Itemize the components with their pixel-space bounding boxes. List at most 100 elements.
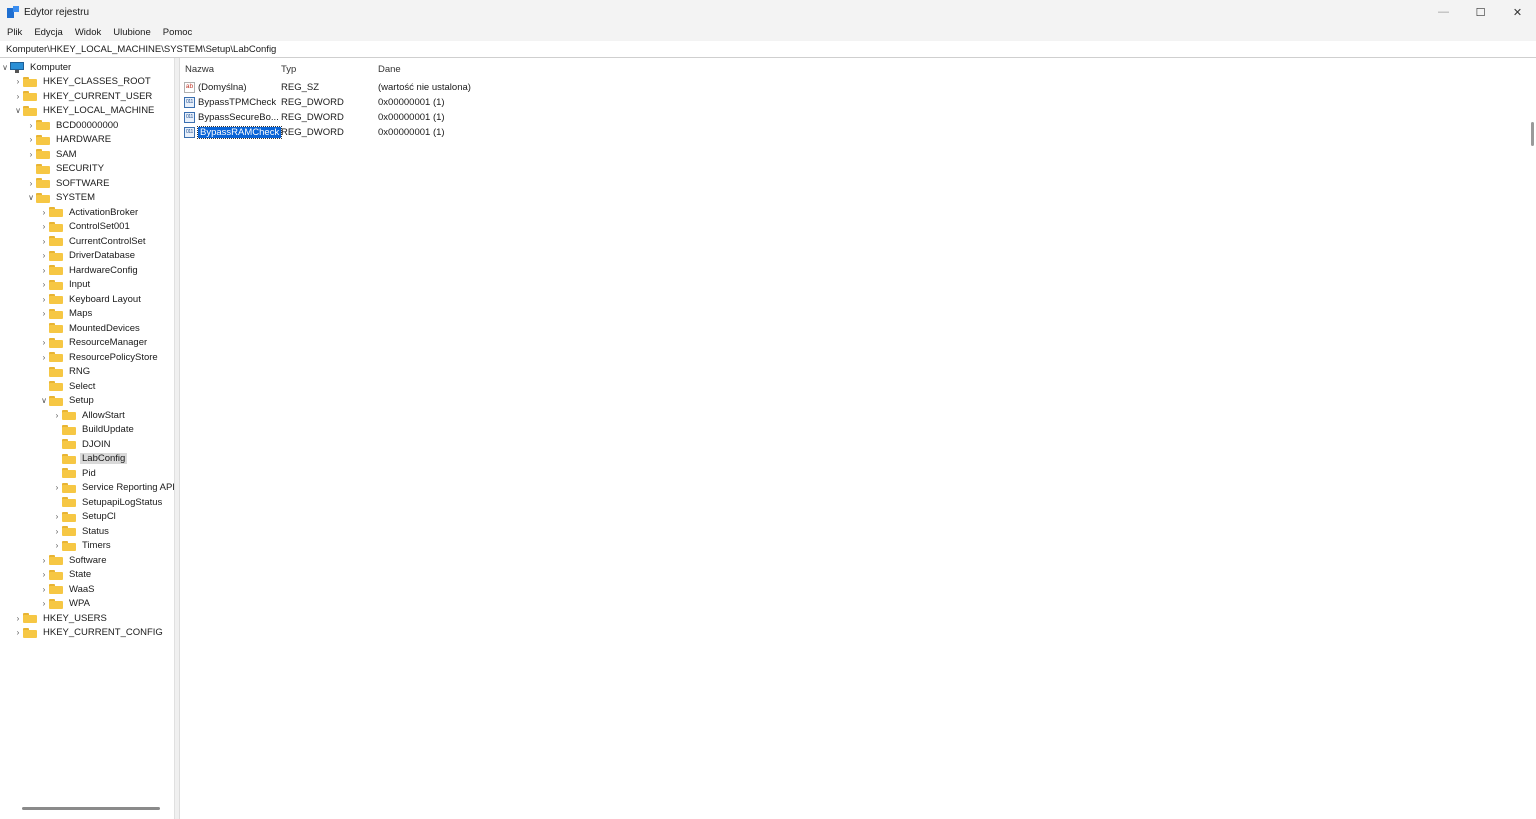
tree-item[interactable]: › Timers	[52, 539, 113, 553]
tree-item[interactable]: MountedDevices	[39, 321, 142, 335]
tree-item[interactable]: › Software	[39, 553, 109, 567]
close-button[interactable]: ✕	[1499, 0, 1536, 24]
chevron-right-icon[interactable]: ›	[13, 626, 23, 640]
tree-item[interactable]: › SetupCl	[52, 510, 118, 524]
tree-item[interactable]: › SAM	[26, 147, 79, 161]
tree-item-label: Software	[69, 554, 107, 566]
value-row[interactable]: 011 BypassSecureBo... REG_DWORD 0x00000001 …	[184, 110, 1484, 124]
chevron-right-icon[interactable]: ›	[52, 481, 62, 495]
tree-item[interactable]: › Service Reporting API	[52, 481, 174, 495]
chevron-down-icon[interactable]: ∨	[0, 60, 10, 74]
tree-item[interactable]: Select	[39, 379, 97, 393]
menu-pomoc[interactable]: Pomoc	[158, 27, 198, 38]
minimize-button[interactable]: —	[1425, 0, 1462, 24]
tree-item[interactable]: ∨ HKEY_LOCAL_MACHINE	[13, 104, 156, 118]
chevron-right-icon[interactable]: ›	[13, 89, 23, 103]
tree-item[interactable]: › SOFTWARE	[26, 176, 111, 190]
tree-item[interactable]: › Keyboard Layout	[39, 292, 143, 306]
tree-item[interactable]: › ControlSet001	[39, 220, 132, 234]
tree-item[interactable]: › ResourceManager	[39, 336, 149, 350]
column-header-type[interactable]: Typ	[281, 64, 296, 75]
tree-item[interactable]: › DriverDatabase	[39, 249, 137, 263]
chevron-right-icon[interactable]: ›	[26, 147, 36, 161]
tree-item[interactable]: › AllowStart	[52, 408, 127, 422]
tree-item[interactable]: › HKEY_CURRENT_USER	[13, 89, 154, 103]
tree-item-label: HKEY_CURRENT_CONFIG	[43, 627, 163, 638]
tree-item[interactable]: › ResourcePolicyStore	[39, 350, 160, 364]
tree-item-label: Keyboard Layout	[69, 293, 141, 305]
chevron-right-icon[interactable]: ›	[39, 350, 49, 364]
values-vertical-scrollbar[interactable]	[1531, 122, 1534, 146]
tree-item[interactable]: › State	[39, 568, 93, 582]
chevron-right-icon[interactable]: ›	[39, 263, 49, 277]
chevron-right-icon[interactable]: ›	[39, 336, 49, 350]
chevron-down-icon[interactable]: ∨	[39, 394, 49, 408]
tree-item[interactable]: › WPA	[39, 597, 92, 611]
tree-item[interactable]: › Status	[52, 524, 111, 538]
folder-icon	[62, 497, 76, 507]
tree-item[interactable]: DJOIN	[52, 437, 113, 451]
tree-item[interactable]: › HKEY_USERS	[13, 611, 109, 625]
maximize-button[interactable]: ☐	[1462, 0, 1499, 24]
chevron-right-icon[interactable]: ›	[39, 292, 49, 306]
tree-item[interactable]: › ActivationBroker	[39, 205, 140, 219]
tree-item[interactable]: ∨ SYSTEM	[26, 191, 97, 205]
menu-ulubione[interactable]: Ulubione	[108, 27, 156, 38]
chevron-right-icon[interactable]: ›	[52, 408, 62, 422]
menu-plik[interactable]: Plik	[2, 27, 27, 38]
chevron-right-icon[interactable]: ›	[26, 133, 36, 147]
tree-item[interactable]: › Maps	[39, 307, 94, 321]
chevron-right-icon[interactable]: ›	[39, 249, 49, 263]
tree-item[interactable]: SetupapiLogStatus	[52, 495, 164, 509]
menu-widok[interactable]: Widok	[70, 27, 106, 38]
tree-item[interactable]: BuildUpdate	[52, 423, 136, 437]
chevron-right-icon[interactable]: ›	[39, 278, 49, 292]
address-path[interactable]: Komputer\HKEY_LOCAL_MACHINE\SYSTEM\Setup…	[6, 44, 276, 55]
chevron-down-icon[interactable]: ∨	[26, 191, 36, 205]
tree-horizontal-scrollbar[interactable]	[22, 807, 160, 810]
folder-icon	[49, 352, 63, 362]
key-tree-pane[interactable]: ∨ Komputer › HKEY_CLASSES_ROOT › HKEY_CURRENT…	[0, 58, 175, 819]
tree-item[interactable]: › WaaS	[39, 582, 97, 596]
chevron-right-icon[interactable]: ›	[39, 568, 49, 582]
menu-bar: Plik Edycja Widok Ulubione Pomoc	[0, 24, 1536, 41]
chevron-right-icon[interactable]: ›	[39, 220, 49, 234]
chevron-right-icon[interactable]: ›	[39, 553, 49, 567]
tree-item[interactable]: ∨ Komputer	[0, 60, 73, 74]
tree-item[interactable]: SECURITY	[26, 162, 106, 176]
tree-item[interactable]: RNG	[39, 365, 92, 379]
chevron-right-icon[interactable]: ›	[39, 582, 49, 596]
address-bar[interactable]: Komputer\HKEY_LOCAL_MACHINE\SYSTEM\Setup…	[0, 41, 1536, 58]
column-header-name[interactable]: Nazwa	[185, 64, 214, 75]
column-header-data[interactable]: Dane	[378, 64, 401, 75]
chevron-right-icon[interactable]: ›	[26, 118, 36, 132]
chevron-down-icon[interactable]: ∨	[13, 104, 23, 118]
chevron-right-icon[interactable]: ›	[52, 510, 62, 524]
chevron-right-icon[interactable]: ›	[39, 597, 49, 611]
tree-item[interactable]: ∨ Setup	[39, 394, 96, 408]
chevron-right-icon[interactable]: ›	[39, 205, 49, 219]
tree-item[interactable]: › Input	[39, 278, 92, 292]
chevron-right-icon[interactable]: ›	[52, 524, 62, 538]
tree-item[interactable]: › CurrentControlSet	[39, 234, 148, 248]
chevron-right-icon[interactable]: ›	[39, 234, 49, 248]
tree-item[interactable]: › BCD00000000	[26, 118, 120, 132]
value-row[interactable]: 011 BypassRAMCheck REG_DWORD 0x00000001 (1)	[184, 126, 1484, 140]
chevron-right-icon[interactable]: ›	[13, 75, 23, 89]
tree-item-label: ActivationBroker	[69, 206, 139, 218]
tree-item[interactable]: › HARDWARE	[26, 133, 113, 147]
value-row[interactable]: ab (Domyślna) REG_SZ (wartość nie ustalona)	[184, 80, 1484, 94]
tree-item[interactable]: › HKEY_CLASSES_ROOT	[13, 75, 153, 89]
chevron-right-icon[interactable]: ›	[13, 611, 23, 625]
tree-item[interactable]: LabConfig	[52, 452, 128, 466]
tree-item[interactable]: › HKEY_CURRENT_CONFIG	[13, 626, 165, 640]
tree-item[interactable]: Pid	[52, 466, 98, 480]
value-row[interactable]: 011 BypassTPMCheck REG_DWORD 0x00000001 (1)	[184, 95, 1484, 109]
menu-edycja[interactable]: Edycja	[29, 27, 68, 38]
tree-item[interactable]: › HardwareConfig	[39, 263, 140, 277]
chevron-right-icon[interactable]: ›	[26, 176, 36, 190]
chevron-right-icon[interactable]: ›	[39, 307, 49, 321]
folder-icon	[62, 540, 76, 551]
values-list-pane[interactable]: Nazwa Typ Dane ab (Domyślna) REG_SZ (wartoś…	[180, 58, 1536, 819]
chevron-right-icon[interactable]: ›	[52, 539, 62, 553]
